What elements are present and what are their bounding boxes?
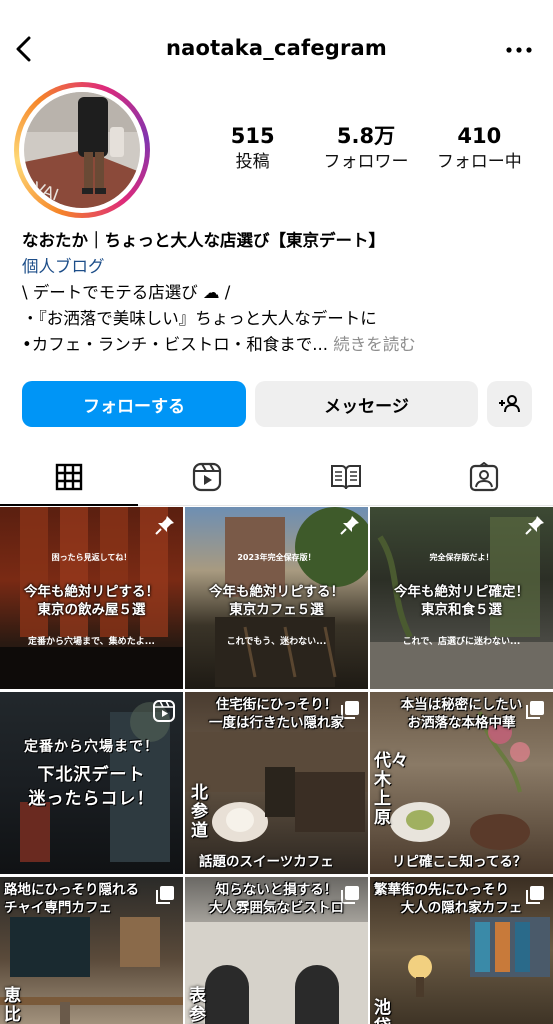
story-ring[interactable]: VAI [14,82,150,218]
stat-posts[interactable]: 515 投稿 [196,122,309,182]
follow-button[interactable]: フォローする [22,381,246,427]
post-caption-title2: 東京カフェ５選 [229,602,324,618]
stat-following[interactable]: 410 フォロー中 [423,122,536,182]
more-options-icon[interactable] [505,36,533,64]
tab-tagged[interactable] [415,448,553,505]
post-caption-title1: 今年も絶対リピする！ [24,584,159,600]
pin-icon [525,515,545,539]
post-thumbnail[interactable]: 完全保存版だよ！ 今年も絶対リピ確定！ 東京和食５選 これで、店選びに迷わない.… [370,507,553,689]
stat-followers[interactable]: 5.8万 フォロワー [309,122,422,182]
post-caption-sub: 定番から穴場まで、集めたよ... [28,637,155,647]
post-caption-top1: 知らないと損する！ [215,882,338,898]
reels-icon [193,462,222,491]
post-caption-title1: 今年も絶対リピする！ [209,584,344,600]
profile-bio: なおたか｜ちょっと大人な店選び【東京デート】 個人ブログ \ デートでモテる店選… [22,228,542,358]
post-caption-bottom: 話題のスイーツカフェ [199,854,334,870]
post-caption-bottom: リピ確ここ知ってる？ [392,854,527,870]
tab-guides[interactable] [277,448,415,505]
post-thumbnail[interactable]: 本当は秘密にしたい お洒落な本格中華 代々木上原 リピ確ここ知ってる？ [370,692,553,874]
post-caption-top2: 大人の隠れ家カフェ [400,900,523,916]
stat-following-value: 410 [457,124,502,148]
stat-posts-value: 515 [230,124,275,148]
post-caption-vertical: 表参道 [189,986,206,1024]
post-thumbnail[interactable]: 定番から穴場まで！ 下北沢デート 迷ったらコレ！ [0,692,183,874]
profile-category: 個人ブログ [22,257,105,276]
post-caption-top2: 一度は行きたい隠れ家 [209,715,344,731]
post-caption-sub: これでもう、迷わない... [226,637,327,647]
stat-followers-value: 5.8万 [336,124,396,148]
stat-followers-label: フォロワー [323,152,409,172]
post-thumbnail[interactable]: 知らないと損する！ 大人雰囲気なビストロ 表参道 [185,877,368,1024]
guide-book-icon [330,464,361,489]
post-caption-vertical: 池袋 [374,998,391,1024]
add-person-icon [498,395,520,413]
bio-line-3-text: •カフェ・ランチ・ビストロ・和食まで... [22,335,328,354]
post-thumbnail[interactable]: 2023年完全保存版！ 今年も絶対リピする！ 東京カフェ５選 これでもう、迷わな… [185,507,368,689]
profile-stats: 515 投稿 5.8万 フォロワー 410 フォロー中 [196,122,536,182]
bio-line-2: ・『お洒落で美味しい』ちょっと大人なデートに [22,309,377,328]
tab-reels[interactable] [138,448,276,505]
post-thumbnail[interactable]: 路地にひっそり隠れる チャイ専門カフェ 恵比寿 [0,877,183,1024]
add-person-button[interactable] [487,381,532,427]
message-button[interactable]: メッセージ [255,381,478,427]
post-caption-top1: 路地にひっそり隠れる [4,882,139,898]
post-caption-small: 2023年完全保存版！ [237,553,316,562]
profile-tabs [0,448,553,506]
grid-icon [55,463,83,490]
post-caption-small: 完全保存版だよ！ [429,553,494,562]
avatar[interactable]: VAI [24,92,140,208]
post-caption-vertical: 代々木上原 [374,751,408,828]
stat-posts-label: 投稿 [235,152,270,172]
bio-line-1: \ デートでモテる店選び ☁ / [22,280,542,306]
profile-actions: フォローする メッセージ [22,381,532,427]
cloud-emoji-icon: ☁ [197,283,220,302]
display-name: なおたか｜ちょっと大人な店選び【東京デート】 [22,231,385,250]
post-caption-hand2: 下北沢デート [37,765,146,785]
read-more-link[interactable]: 続きを読む [328,335,416,354]
post-caption-top2: 大人雰囲気なビストロ [209,900,344,916]
post-thumbnail[interactable]: 困ったら見返してね！ 今年も絶対リピする！ 東京の飲み屋５選 定番から穴場まで、… [0,507,183,689]
post-thumbnail[interactable]: 繁華街の先にひっそり 大人の隠れ家カフェ 池袋 [370,877,553,1024]
bio-line-3: •カフェ・ランチ・ビストロ・和食まで... 続きを読む [22,332,542,358]
post-caption-hand1: 定番から穴場まで！ [24,739,159,755]
post-caption-top2: お洒落な本格中華 [407,715,516,731]
post-caption-hand3: 迷ったらコレ！ [28,789,155,809]
post-caption-small: 困ったら見返してね！ [51,553,132,562]
post-caption-sub: これで、店選びに迷わない... [402,637,521,647]
tagged-person-icon [469,461,498,491]
post-caption-title2: 東京和食５選 [421,602,502,618]
post-caption-top1: 住宅街にひっそり！ [215,697,338,713]
tab-posts-grid[interactable] [0,448,139,506]
profile-username: naotaka_cafegram [165,36,388,60]
post-caption-top1: 繁華街の先にひっそり [374,882,509,898]
pin-icon [155,515,175,539]
bio-line-1-end: / [219,283,231,302]
post-caption-title2: 東京の飲み屋５選 [37,602,146,618]
post-thumbnail[interactable]: 住宅街にひっそり！ 一度は行きたい隠れ家 北参道 話題のスイーツカフェ [185,692,368,874]
reel-icon [153,700,175,726]
post-caption-top1: 本当は秘密にしたい [400,697,523,713]
post-caption-title1: 今年も絶対リピ確定！ [394,584,529,600]
stat-following-label: フォロー中 [436,152,522,172]
post-caption-vertical: 恵比寿 [4,986,21,1024]
post-caption-vertical: 北参道 [191,783,208,841]
pin-icon [340,515,360,539]
posts-grid: 困ったら見返してね！ 今年も絶対リピする！ 東京の飲み屋５選 定番から穴場まで、… [0,507,553,1024]
post-caption-top2: チャイ専門カフェ [4,900,112,916]
bio-line-1-text: \ デートでモテる店選び [22,283,198,302]
